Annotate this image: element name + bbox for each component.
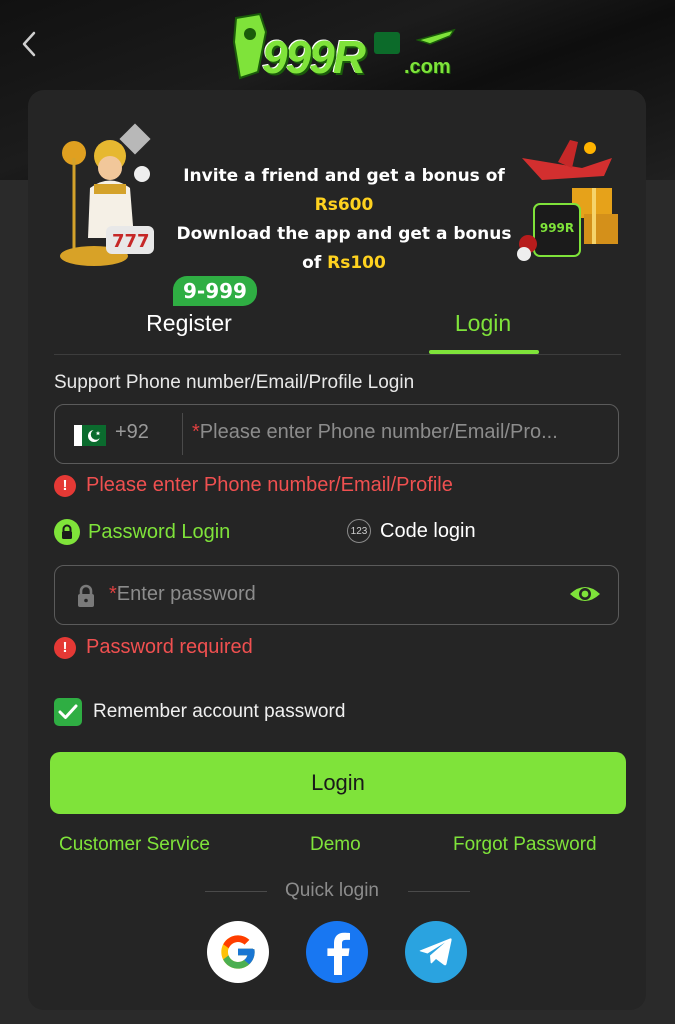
- invite-bonus-amount: Rs600: [314, 195, 374, 215]
- password-login-label: Password Login: [88, 520, 231, 543]
- customer-service-link[interactable]: Customer Service: [59, 834, 210, 856]
- required-star: *: [192, 421, 200, 443]
- code-login-label: Code login: [380, 519, 476, 542]
- account-input[interactable]: +92 *Please enter Phone number/Email/Pro…: [54, 404, 619, 464]
- tab-login[interactable]: Login: [424, 292, 542, 354]
- login-button[interactable]: Login: [50, 752, 626, 814]
- code-123-icon: 123: [347, 519, 371, 543]
- facebook-icon: [327, 932, 350, 975]
- banner-phone-logo: 999R: [540, 221, 574, 235]
- banner-line-invite: Invite a friend and get a bonus of Rs600: [183, 166, 505, 215]
- google-login-button[interactable]: [207, 921, 269, 983]
- lock-icon: [54, 519, 80, 545]
- quick-login-label: Quick login: [285, 880, 379, 901]
- auth-tabs: Register Login: [54, 292, 621, 355]
- site-logo: 999R .com: [232, 12, 460, 83]
- country-code[interactable]: +92: [115, 421, 149, 444]
- lock-icon: [78, 584, 94, 607]
- plane-gifts-icon: 999R: [517, 140, 618, 261]
- banner-text: Invite a friend and get a bonus of Rs600…: [164, 162, 524, 278]
- input-divider: [182, 413, 183, 455]
- promo-banner[interactable]: 777 Invite a friend and get a bonus of R…: [54, 118, 622, 273]
- goddess-mascot-icon: 777: [60, 123, 154, 266]
- account-placeholder: *Please enter Phone number/Email/Pro...: [192, 421, 558, 443]
- account-error-text: Please enter Phone number/Email/Profile: [86, 474, 453, 496]
- svg-text:777: 777: [112, 231, 150, 252]
- remember-checkbox[interactable]: [54, 698, 82, 726]
- password-login-option[interactable]: Password Login: [54, 519, 230, 545]
- quick-login-divider-left: [205, 891, 267, 892]
- register-badge: 9-999: [173, 276, 257, 306]
- logo-flag-icon: [374, 32, 400, 54]
- logo-domain: .com: [404, 56, 451, 78]
- error-icon: !: [54, 474, 76, 497]
- password-error-text: Password required: [86, 636, 253, 658]
- pakistan-flag-icon[interactable]: [74, 425, 106, 446]
- logo-wordmark: 999R: [262, 31, 366, 83]
- password-input[interactable]: *Enter password: [54, 565, 619, 625]
- remember-password-row[interactable]: Remember account password: [54, 698, 345, 726]
- eye-icon[interactable]: [568, 582, 602, 606]
- plane-icon: [416, 28, 456, 45]
- telegram-login-button[interactable]: [405, 921, 467, 983]
- forgot-password-link[interactable]: Forgot Password: [453, 834, 597, 856]
- chevron-left-icon: [22, 31, 36, 57]
- google-icon: [221, 935, 255, 969]
- checkmark-icon: [58, 704, 78, 719]
- banner-line-download: Download the app and get a bonus of Rs10…: [176, 224, 512, 273]
- error-icon: !: [54, 636, 76, 659]
- account-error: ! Please enter Phone number/Email/Profil…: [54, 474, 453, 497]
- password-error: ! Password required: [54, 636, 253, 659]
- required-star: *: [109, 583, 117, 605]
- telegram-icon: [419, 938, 452, 966]
- facebook-login-button[interactable]: [306, 921, 368, 983]
- remember-label: Remember account password: [93, 701, 346, 722]
- quick-login-divider-right: [408, 891, 470, 892]
- demo-link[interactable]: Demo: [310, 834, 361, 856]
- back-button[interactable]: [14, 28, 44, 60]
- download-bonus-amount: Rs100: [327, 253, 386, 273]
- active-tab-indicator: [429, 350, 539, 354]
- account-field-label: Support Phone number/Email/Profile Login: [54, 372, 415, 393]
- code-login-option[interactable]: 123 Code login: [347, 519, 476, 543]
- password-placeholder: *Enter password: [109, 583, 256, 605]
